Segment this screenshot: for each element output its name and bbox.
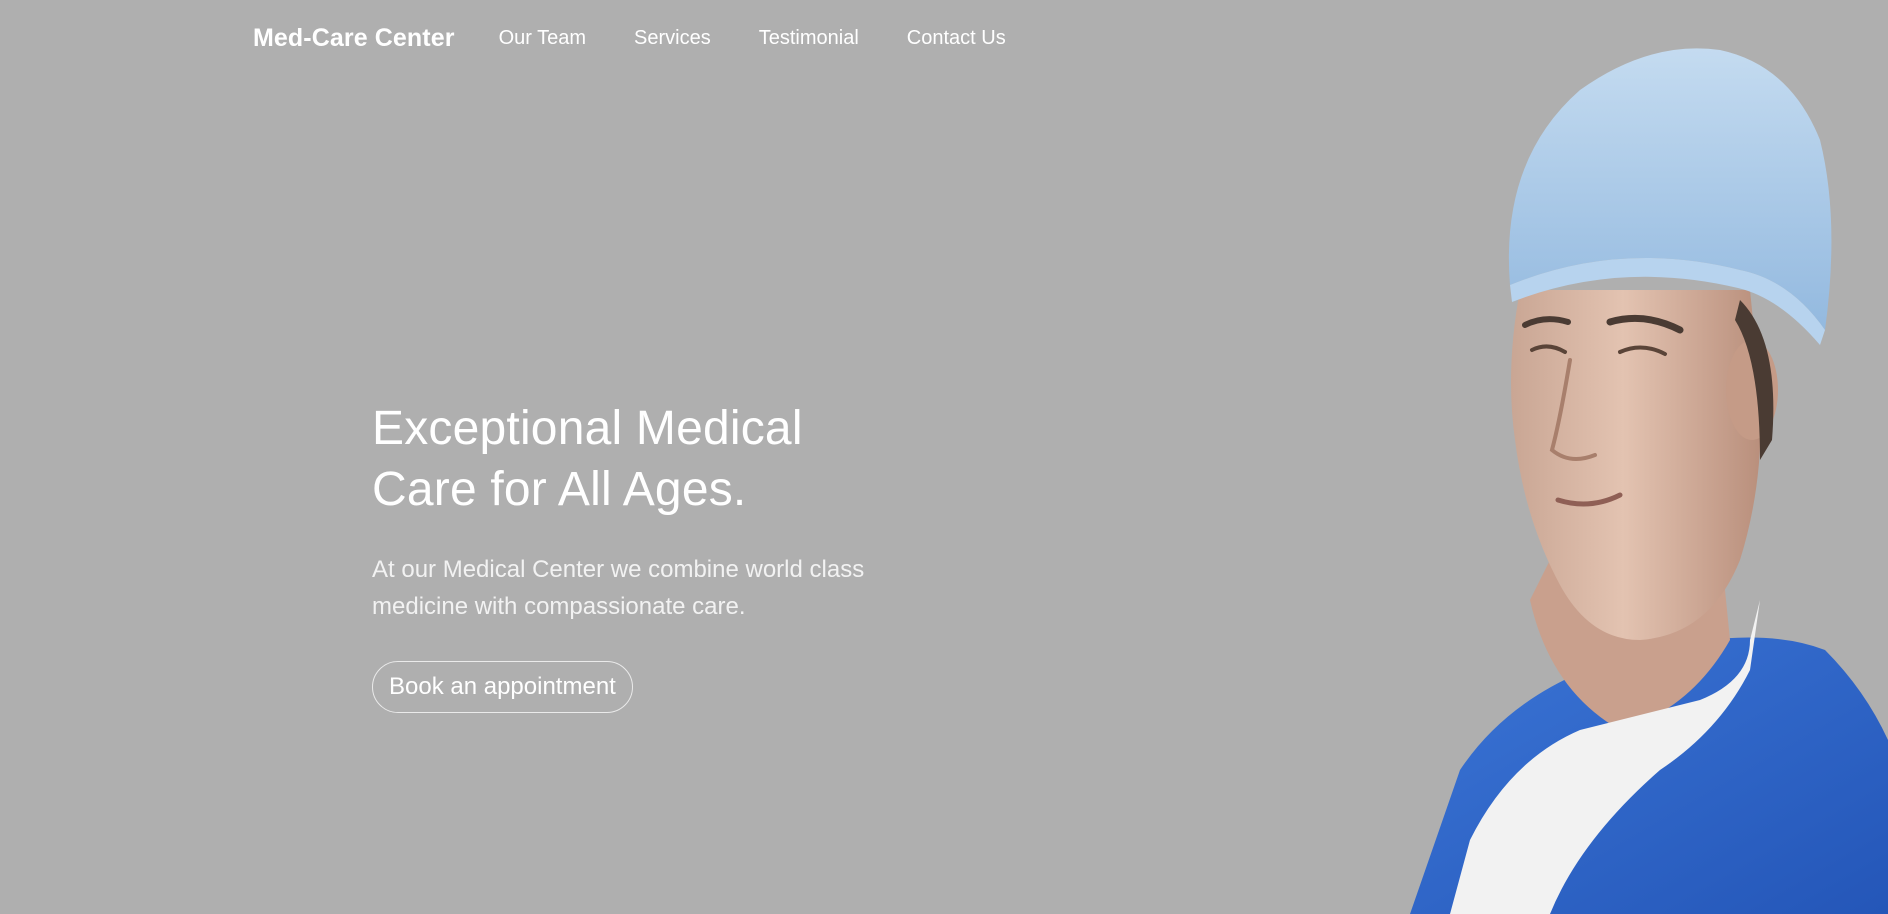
hero-subtitle-line-2: medicine with compassionate care.: [372, 593, 746, 620]
nav-link-testimonial[interactable]: Testimonial: [759, 27, 859, 49]
hero-title-line-2: Care for All Ages.: [372, 463, 747, 516]
hero-section: Exceptional Medical Care for All Ages. A…: [372, 398, 932, 713]
top-navbar: Med-Care Center Our Team Services Testim…: [253, 20, 1054, 56]
nav-item-testimonial: Testimonial: [759, 27, 859, 50]
hero-title-line-1: Exceptional Medical: [372, 402, 803, 455]
nav-item-our-team: Our Team: [499, 27, 586, 50]
nav-links: Our Team Services Testimonial Contact Us: [499, 27, 1054, 50]
nav-link-contact-us[interactable]: Contact Us: [907, 27, 1006, 49]
cap-shape: [1508, 48, 1832, 330]
hero-subtitle-line-1: At our Medical Center we combine world c…: [372, 556, 865, 583]
landing-page: Med-Care Center Our Team Services Testim…: [0, 0, 1888, 914]
nav-link-services[interactable]: Services: [634, 27, 711, 49]
hero-title: Exceptional Medical Care for All Ages.: [372, 398, 932, 520]
nav-item-services: Services: [634, 27, 711, 50]
doctor-image: [1410, 48, 1888, 914]
hero-subtitle: At our Medical Center we combine world c…: [372, 551, 932, 625]
nav-link-our-team[interactable]: Our Team: [499, 27, 586, 49]
brand-logo-link[interactable]: Med-Care Center: [253, 24, 455, 53]
book-appointment-button[interactable]: Book an appointment: [372, 661, 633, 713]
nav-item-contact-us: Contact Us: [907, 27, 1006, 50]
